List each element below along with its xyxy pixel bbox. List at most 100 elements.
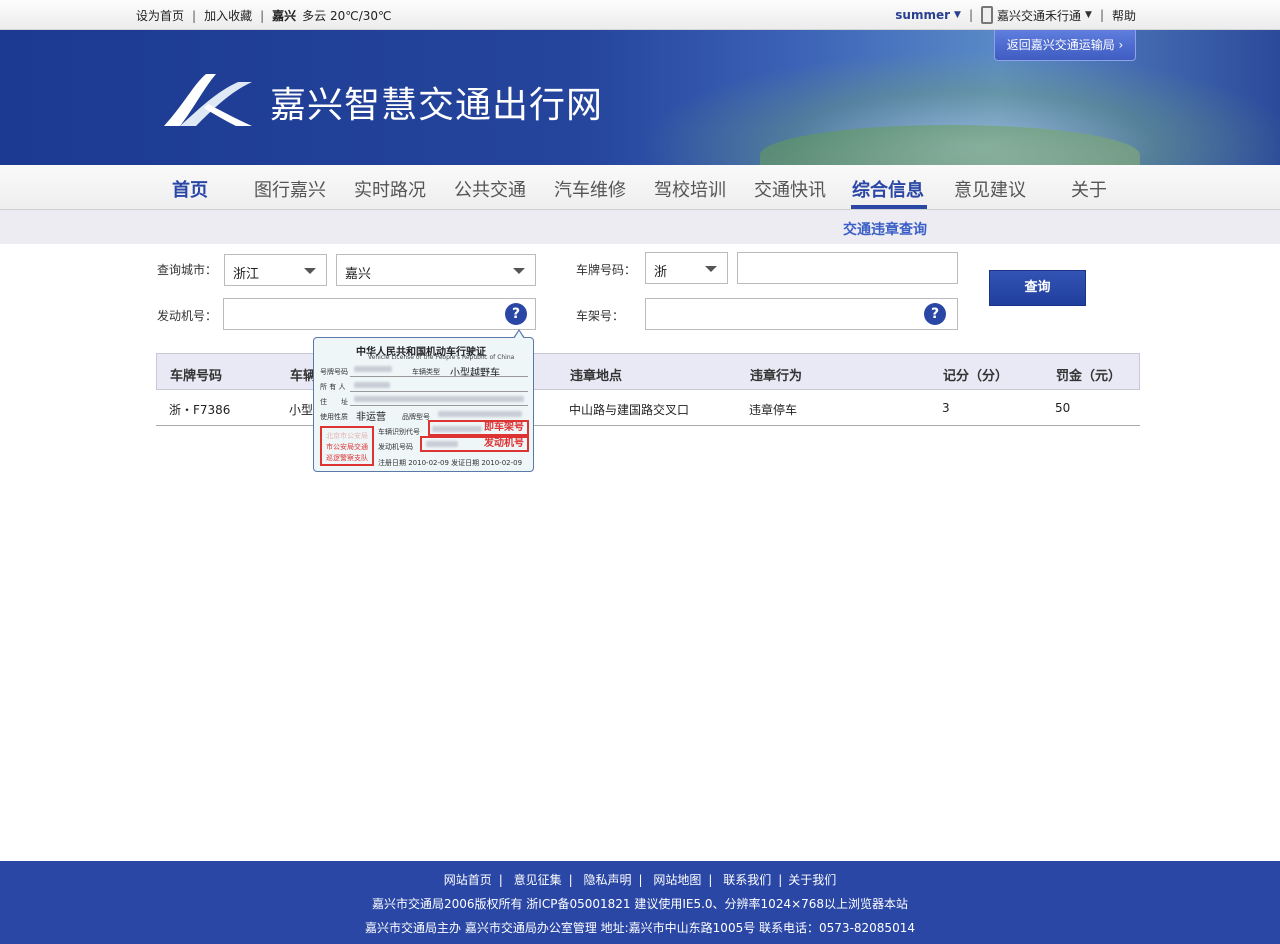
app-menu[interactable]: 嘉兴交通禾行通 <box>997 7 1081 24</box>
police-seal-stamp: 北京市公安局 市公安局交通 巡逻警察支队 <box>320 426 374 466</box>
site-logo-icon[interactable] <box>160 70 256 130</box>
help-link[interactable]: 帮助 <box>1112 7 1136 24</box>
footer-address: 嘉兴市交通局主办 嘉兴市交通局办公室管理 地址:嘉兴市中山东路1005号 联系电… <box>365 921 915 935</box>
form-line <box>350 405 528 406</box>
usage-label: 使用性质 <box>320 413 348 421</box>
top-utility-bar: 设为首页 | 加入收藏 | 嘉兴 多云 20℃/30℃ summer ▼ | 嘉… <box>0 0 1280 30</box>
vin-label: 车辆识别代号 <box>378 428 420 436</box>
engine-no-label: 发动机号码 <box>378 443 413 451</box>
nav-driving-school[interactable]: 驾校培训 <box>654 176 726 202</box>
weather-text: 多云 20℃/30℃ <box>302 9 392 23</box>
set-home-link[interactable]: 设为首页 <box>136 7 184 24</box>
form-line <box>350 376 528 377</box>
footer-link-contact[interactable]: 联系我们 <box>723 873 771 887</box>
add-favorite-link[interactable]: 加入收藏 <box>204 7 252 24</box>
nav-map[interactable]: 图行嘉兴 <box>254 176 326 202</box>
mobile-phone-icon <box>981 6 993 24</box>
engine-help-icon[interactable]: ? <box>505 303 527 325</box>
city-select[interactable]: 嘉兴 <box>336 254 536 286</box>
nav-about[interactable]: 关于 <box>1071 176 1107 202</box>
usage-value: 非运营 <box>356 412 386 423</box>
stamp-line: 市公安局交通 <box>326 443 368 451</box>
cell-fine: 50 <box>1055 401 1071 415</box>
divider: | <box>192 8 197 23</box>
nav-news[interactable]: 交通快讯 <box>754 176 826 202</box>
return-transport-bureau-button[interactable]: 返回嘉兴交通运输局 › <box>994 30 1136 61</box>
footer-link-privacy[interactable]: 隐私声明 <box>583 873 631 887</box>
frame-help-icon[interactable]: ? <box>924 303 946 325</box>
user-menu[interactable]: summer <box>895 8 950 22</box>
nav-home[interactable]: 首页 <box>172 176 208 202</box>
city-value: 嘉兴 <box>345 267 372 282</box>
top-right-links: summer ▼ | 嘉兴交通禾行通 ▼ | 帮助 <box>895 6 1136 24</box>
engine-number-input[interactable] <box>223 298 536 330</box>
stamp-line: 北京市公安局 <box>326 432 368 440</box>
site-footer: 网站首页 | 意见征集 | 隐私声明 | 网站地图 | 联系我们 | 关于我们 嘉兴市交通局… <box>0 861 1280 944</box>
nav-car-repair[interactable]: 汽车维修 <box>554 176 626 202</box>
plate-prefix-select[interactable]: 浙 <box>645 252 728 284</box>
footer-links: 网站首页 | 意见征集 | 隐私声明 | 网站地图 | 联系我们 | 关于我们 <box>443 873 837 887</box>
engine-label: 发动机号： <box>157 309 218 323</box>
frame-number-input[interactable] <box>645 298 958 330</box>
plate-number-input[interactable] <box>737 252 958 284</box>
cell-points: 3 <box>942 401 950 415</box>
cell-vehicle: 小型 <box>289 403 314 417</box>
city-label: 查询城市： <box>157 263 218 277</box>
main-nav: 首页 图行嘉兴 实时路况 公共交通 汽车维修 驾校培训 交通快讯 综合信息 意见… <box>0 165 1280 210</box>
blurred-value <box>354 396 524 402</box>
header-fine: 罚金（元） <box>1056 369 1122 384</box>
footer-link-feedback[interactable]: 意见征集 <box>514 873 562 887</box>
stamp-line: 巡逻警察支队 <box>326 454 368 462</box>
current-city[interactable]: 嘉兴 <box>272 7 296 24</box>
cell-action: 违章停车 <box>749 403 798 417</box>
dropdown-arrow-icon <box>513 268 525 274</box>
blurred-value <box>438 411 522 417</box>
dropdown-arrow-icon <box>304 268 316 274</box>
header-location: 违章地点 <box>570 369 623 384</box>
brand-label: 品牌型号 <box>402 413 430 421</box>
sub-nav: 交通违章查询 <box>0 210 1280 244</box>
vehicle-license-help-tooltip: 中华人民共和国机动车行驶证 Vehicle License of the Peo… <box>313 329 534 472</box>
owner-label: 所 有 人 <box>320 383 346 391</box>
nav-feedback[interactable]: 意见建议 <box>954 176 1026 202</box>
footer-copyright: 嘉兴市交通局2006版权所有 浙ICP备05001821 建议使用IE5.0、分… <box>371 897 909 911</box>
query-button[interactable]: 查询 <box>989 270 1086 306</box>
province-select[interactable]: 浙江 <box>224 254 327 286</box>
header-plate: 车牌号码 <box>170 369 223 384</box>
form-line <box>350 391 528 392</box>
vin-highlight-box: 即车架号 <box>428 420 529 436</box>
plate-no-label: 号牌号码 <box>320 368 348 376</box>
header-action: 违章行为 <box>750 369 803 384</box>
sub-nav-violation-query[interactable]: 交通违章查询 <box>843 219 927 239</box>
tooltip-tail-inner <box>514 331 524 339</box>
footer-link-home[interactable]: 网站首页 <box>444 873 492 887</box>
nav-general-info[interactable]: 综合信息 <box>852 176 924 202</box>
province-value: 浙江 <box>233 267 260 282</box>
blurred-value <box>354 382 390 388</box>
engine-highlight-box: 发动机号 <box>420 436 529 452</box>
frame-label: 车架号： <box>576 309 625 323</box>
divider: | <box>968 8 973 22</box>
plate-label: 车牌号码： <box>576 263 637 277</box>
cell-location: 中山路与建国路交叉口 <box>569 403 690 417</box>
footer-link-sitemap[interactable]: 网站地图 <box>653 873 701 887</box>
register-dates: 注册日期 2010-02-09 发证日期 2010-02-09 <box>378 459 523 467</box>
table-row: 浙・F7386 小型 中山路与建国路交叉口 违章停车 3 50 <box>156 390 1140 426</box>
nav-traffic[interactable]: 实时路况 <box>354 176 426 202</box>
active-nav-indicator <box>851 205 927 209</box>
plate-prefix-value: 浙 <box>654 265 668 280</box>
nav-public-transport[interactable]: 公共交通 <box>454 176 526 202</box>
license-subtitle: Vehicle License of the People's Republic… <box>368 354 515 361</box>
dropdown-arrow-icon <box>705 266 717 272</box>
divider: | <box>1099 8 1104 22</box>
top-left-links: 设为首页 | 加入收藏 | 嘉兴 多云 20℃/30℃ <box>136 7 392 24</box>
cell-plate: 浙・F7386 <box>169 403 231 417</box>
results-table-header: 车牌号码 车辆 违章地点 违章行为 记分（分） 罚金（元） <box>156 353 1140 390</box>
address-label: 住 址 <box>320 398 348 406</box>
footer-link-about[interactable]: 关于我们 <box>788 873 836 887</box>
chevron-down-icon[interactable]: ▼ <box>1085 10 1092 20</box>
chevron-down-icon[interactable]: ▼ <box>954 10 961 20</box>
site-title: 嘉兴智慧交通出行网 <box>270 85 604 126</box>
header-points: 记分（分） <box>943 369 1009 384</box>
blurred-value <box>354 366 392 372</box>
